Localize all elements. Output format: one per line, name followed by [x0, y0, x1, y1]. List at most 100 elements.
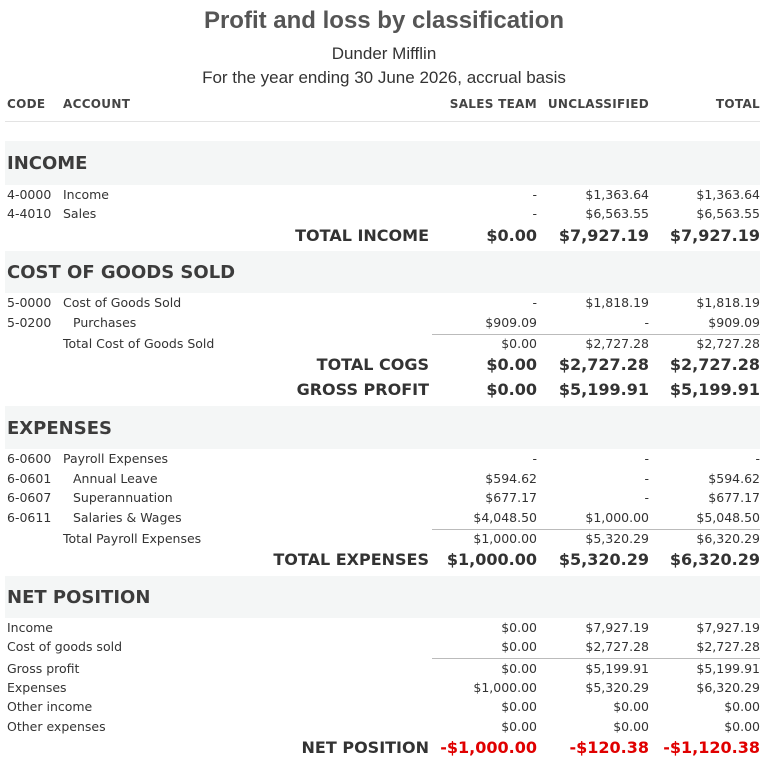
section-band-income: [5, 141, 760, 185]
column-header-account: ACCOUNT: [63, 97, 131, 111]
unclassified-value: $5,320.29: [585, 680, 649, 695]
grand-total: $7,927.19: [669, 226, 760, 245]
table-row: 5-0200 Purchases $909.09 - $909.09: [0, 315, 768, 335]
unclassified-total: $7,927.19: [558, 226, 649, 245]
total-value: $0.00: [724, 699, 760, 714]
account-name: Other income: [7, 699, 93, 714]
sales-team-value: -: [532, 451, 537, 466]
account-name: Expenses: [7, 680, 67, 695]
total-expenses-row: TOTAL EXPENSES $1,000.00 $5,320.29 $6,32…: [0, 550, 768, 574]
section-title-expenses: EXPENSES: [7, 418, 112, 439]
sales-team-value: -: [532, 206, 537, 221]
total-value: $1,818.19: [696, 295, 760, 310]
grand-total: -$1,120.38: [663, 738, 760, 757]
total-value: -: [755, 451, 760, 466]
subtotal-row: Total Cost of Goods Sold $0.00 $2,727.28…: [0, 336, 768, 356]
unclassified-total: $2,727.28: [558, 355, 649, 374]
unclassified-value: $2,727.28: [585, 639, 649, 654]
sales-team-value: $909.09: [485, 315, 537, 330]
report-period: For the year ending 30 June 2026, accrua…: [202, 68, 566, 87]
sales-team-value: $594.62: [485, 471, 537, 486]
total-value: $6,563.55: [696, 206, 760, 221]
total-label: TOTAL EXPENSES: [273, 550, 429, 569]
column-header-sales-team: SALES TEAM: [449, 97, 537, 111]
total-value: $2,727.28: [696, 336, 760, 351]
total-value: $5,199.91: [696, 661, 760, 676]
unclassified-value: $1,000.00: [585, 510, 649, 525]
table-row: Other income $0.00 $0.00 $0.00: [0, 699, 768, 719]
sales-team-value: $4,048.50: [473, 510, 537, 525]
unclassified-value: $1,363.64: [585, 187, 649, 202]
account-name: Other expenses: [7, 719, 106, 734]
account-name: Income: [63, 187, 109, 202]
unclassified-value: $1,818.19: [585, 295, 649, 310]
account-name: Cost of goods sold: [7, 639, 123, 654]
sales-team-total: -$1,000.00: [440, 738, 537, 757]
total-value: $0.00: [724, 719, 760, 734]
grand-total: $5,199.91: [669, 380, 760, 399]
unclassified-total: $5,320.29: [558, 550, 649, 569]
account-name: Sales: [63, 206, 97, 221]
total-value: $594.62: [708, 471, 760, 486]
net-position-row: NET POSITION -$1,000.00 -$120.38 -$1,120…: [0, 738, 768, 762]
table-row: 6-0607 Superannuation $677.17 - $677.17: [0, 490, 768, 510]
table-row: Expenses $1,000.00 $5,320.29 $6,320.29: [0, 680, 768, 700]
total-label: TOTAL COGS: [316, 355, 429, 374]
sales-team-value: $0.00: [501, 661, 537, 676]
sales-team-value: $1,000.00: [473, 531, 537, 546]
sales-team-total: $0.00: [486, 355, 537, 374]
grand-total: $6,320.29: [669, 550, 760, 569]
unclassified-value: -: [644, 471, 649, 486]
column-header-code: CODE: [7, 97, 46, 111]
total-value: $1,363.64: [696, 187, 760, 202]
table-row: Income $0.00 $7,927.19 $7,927.19: [0, 620, 768, 640]
sales-team-value: $1,000.00: [473, 680, 537, 695]
sales-team-value: -: [532, 295, 537, 310]
account-code: 4-4010: [7, 206, 52, 221]
column-header-total: TOTAL: [715, 97, 760, 111]
sales-team-total: $1,000.00: [446, 550, 537, 569]
table-row: 4-0000 Income - $1,363.64 $1,363.64: [0, 187, 768, 207]
section-title-income: INCOME: [7, 153, 88, 174]
total-value: $677.17: [708, 490, 760, 505]
unclassified-value: $2,727.28: [585, 336, 649, 351]
unclassified-value: $6,563.55: [585, 206, 649, 221]
account-code: 4-0000: [7, 187, 52, 202]
table-row: Gross profit $0.00 $5,199.91 $5,199.91: [0, 661, 768, 681]
account-code: 6-0611: [7, 510, 52, 525]
table-row: 5-0000 Cost of Goods Sold - $1,818.19 $1…: [0, 295, 768, 315]
unclassified-total: $5,199.91: [558, 380, 649, 399]
sales-team-value: $0.00: [501, 336, 537, 351]
account-name: Superannuation: [73, 490, 173, 505]
sales-team-value: $0.00: [501, 639, 537, 654]
total-label: TOTAL INCOME: [295, 226, 429, 245]
table-row: 6-0611 Salaries & Wages $4,048.50 $1,000…: [0, 510, 768, 530]
column-header-unclassified: UNCLASSIFIED: [547, 97, 649, 111]
table-row: Other expenses $0.00 $0.00 $0.00: [0, 719, 768, 739]
account-name: Income: [7, 620, 53, 635]
section-title-net-position: NET POSITION: [7, 587, 151, 608]
account-name: Total Cost of Goods Sold: [63, 336, 215, 351]
company-name: Dunder Mifflin: [331, 44, 437, 63]
section-band-expenses: [5, 406, 760, 449]
unclassified-value: -: [644, 315, 649, 330]
account-name: Cost of Goods Sold: [63, 295, 182, 310]
subtotal-divider: [432, 334, 760, 335]
table-row: 4-4010 Sales - $6,563.55 $6,563.55: [0, 206, 768, 226]
report-page: Profit and loss by classification Dunder…: [0, 0, 768, 761]
sales-team-value: -: [532, 187, 537, 202]
account-name: Annual Leave: [73, 471, 158, 486]
unclassified-value: -: [644, 451, 649, 466]
unclassified-value: -: [644, 490, 649, 505]
unclassified-value: $0.00: [613, 719, 649, 734]
sales-team-value: $0.00: [501, 699, 537, 714]
total-value: $6,320.29: [696, 680, 760, 695]
subtotal-divider: [432, 529, 760, 530]
account-name: Salaries & Wages: [73, 510, 182, 525]
total-value: $2,727.28: [696, 639, 760, 654]
sales-team-value: $677.17: [485, 490, 537, 505]
table-row: Cost of goods sold $0.00 $2,727.28 $2,72…: [0, 639, 768, 659]
subtotal-divider: [432, 658, 760, 659]
account-name: Gross profit: [7, 661, 80, 676]
unclassified-value: $5,199.91: [585, 661, 649, 676]
